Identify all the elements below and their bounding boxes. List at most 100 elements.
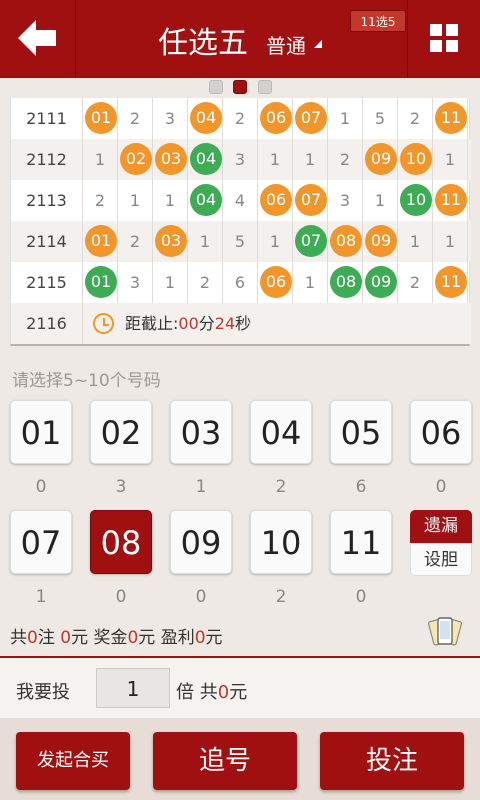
drawn-ball-orange: 07 <box>295 102 327 134</box>
prize-label: 奖金 <box>93 628 128 648</box>
history-cell: 09 <box>363 139 398 180</box>
drawn-ball-green: 01 <box>85 266 117 298</box>
draw-history-table: 2111 01 2 3 04 2 06 07 1 5 2 11 2112 1 02 03 04 3 1 1 2 09 10 1… <box>10 98 471 346</box>
prize-unit: 元 <box>138 628 156 648</box>
omission-value: 3 <box>223 139 258 180</box>
number-button[interactable]: 06 <box>410 400 472 464</box>
page-dot[interactable] <box>258 80 272 94</box>
number-button[interactable]: 04 <box>250 400 312 464</box>
history-cell: 07 <box>293 98 328 139</box>
group-buy-button[interactable]: 发起合买 <box>16 732 130 790</box>
omission-value: 4 <box>223 180 258 221</box>
number-button[interactable]: 03 <box>170 400 232 464</box>
history-cell: 06 <box>258 98 293 139</box>
bet-amount-unit: 元 <box>71 628 89 648</box>
number-omission: 0 <box>35 477 47 497</box>
drawn-ball-orange: 01 <box>85 102 117 134</box>
countdown-sec-unit: 秒 <box>235 314 252 333</box>
history-cell: 03 <box>153 139 188 180</box>
omission-value: 2 <box>188 262 223 303</box>
number-omission: 6 <box>355 477 367 497</box>
history-row: 2112 1 02 03 04 3 1 1 2 09 10 1 <box>11 139 471 180</box>
multiplier-label: 我要投 <box>16 682 70 703</box>
set-banker-button[interactable]: 设胆 <box>410 543 472 576</box>
drawn-ball-orange: 02 <box>120 143 152 175</box>
drawn-ball-orange: 10 <box>400 143 432 175</box>
app-header: 任选五 普通 11选5 <box>0 0 480 78</box>
number-button[interactable]: 01 <box>10 400 72 464</box>
multiplier-total-label: 共 <box>199 682 218 703</box>
number-button[interactable]: 05 <box>330 400 392 464</box>
history-cell: 01 <box>83 262 118 303</box>
drawn-ball-orange: 03 <box>155 143 187 175</box>
omission-value: 2 <box>398 262 433 303</box>
selection-prompt: 请选择5~10个号码 <box>12 371 161 391</box>
profit-value: 0 <box>194 628 206 648</box>
omission-value: 2 <box>118 221 153 262</box>
omission-value: 3 <box>328 180 363 221</box>
number-button[interactable]: 07 <box>10 510 72 574</box>
drawn-ball-orange: 09 <box>365 143 397 175</box>
play-mode-label: 普通 <box>266 34 306 58</box>
bet-summary: 共0注 0元 奖金0元 盈利0元 <box>10 623 223 648</box>
omission-value: 1 <box>188 221 223 262</box>
number-button[interactable]: 09 <box>170 510 232 574</box>
place-bet-button[interactable]: 投注 <box>320 732 464 790</box>
issue-number: 2111 <box>11 98 83 139</box>
action-bar: 发起合买 追号 投注 <box>0 718 480 800</box>
drawn-ball-orange: 07 <box>295 184 327 216</box>
number-button[interactable]: 11 <box>330 510 392 574</box>
back-arrow-icon <box>18 20 56 56</box>
omission-value: 1 <box>153 180 188 221</box>
lottery-type-badge[interactable]: 11选5 <box>350 10 406 32</box>
history-cell: 02 <box>118 139 153 180</box>
summary-total-prefix: 共 <box>10 628 27 648</box>
menu-button[interactable] <box>407 0 480 78</box>
drawn-ball-orange: 01 <box>85 225 117 257</box>
omission-value: 3 <box>153 98 188 139</box>
drawn-ball-orange: 06 <box>260 184 292 216</box>
omission-value: 2 <box>118 98 153 139</box>
omission-value: 1 <box>433 139 468 180</box>
omission-value: 2 <box>398 98 433 139</box>
multiplier-input[interactable]: 1 <box>96 668 170 708</box>
omission-toggle-button[interactable]: 遗漏 <box>410 510 472 543</box>
bet-amount: 0 <box>60 628 72 648</box>
omission-value: 1 <box>258 221 293 262</box>
page-dot-active[interactable] <box>233 80 247 94</box>
number-button[interactable]: 10 <box>250 510 312 574</box>
omission-value: 5 <box>363 98 398 139</box>
omission-value: 5 <box>223 221 258 262</box>
number-button[interactable]: 08 <box>90 510 152 574</box>
omission-value: 3 <box>118 262 153 303</box>
omission-value: 1 <box>258 139 293 180</box>
omission-value: 2 <box>83 180 118 221</box>
drawn-ball-green: 07 <box>295 225 327 257</box>
shake-phone-icon[interactable] <box>428 614 462 648</box>
countdown-minutes: 00 <box>178 314 199 333</box>
history-cell: 11 <box>433 98 468 139</box>
omission-value: 6 <box>223 262 258 303</box>
number-omission: 2 <box>275 477 287 497</box>
drawn-ball-orange: 11 <box>435 184 467 216</box>
page-dot[interactable] <box>209 80 223 94</box>
history-row: 2115 01 3 1 2 6 06 1 08 09 2 11 <box>11 262 471 303</box>
history-cell: 08 <box>328 221 363 262</box>
multiplier-bar: 我要投 1 倍 共0元 <box>0 656 480 718</box>
drawn-ball-green: 04 <box>190 184 222 216</box>
history-cell: 06 <box>258 262 293 303</box>
history-row: 2114 01 2 03 1 5 1 07 08 09 1 1 <box>11 221 471 262</box>
number-button[interactable]: 02 <box>90 400 152 464</box>
profit-unit: 元 <box>205 628 223 648</box>
back-button[interactable] <box>0 0 76 78</box>
drawn-ball-orange: 11 <box>435 266 467 298</box>
omission-value: 1 <box>118 180 153 221</box>
issue-number: 2115 <box>11 262 83 303</box>
omission-value: 1 <box>293 139 328 180</box>
chase-number-button[interactable]: 追号 <box>153 732 297 790</box>
countdown-prefix: 距截止: <box>125 314 179 333</box>
bet-count-unit: 注 <box>37 628 55 648</box>
omission-value: 1 <box>398 221 433 262</box>
history-cell: 10 <box>398 139 433 180</box>
dropdown-arrow-icon <box>314 40 322 48</box>
